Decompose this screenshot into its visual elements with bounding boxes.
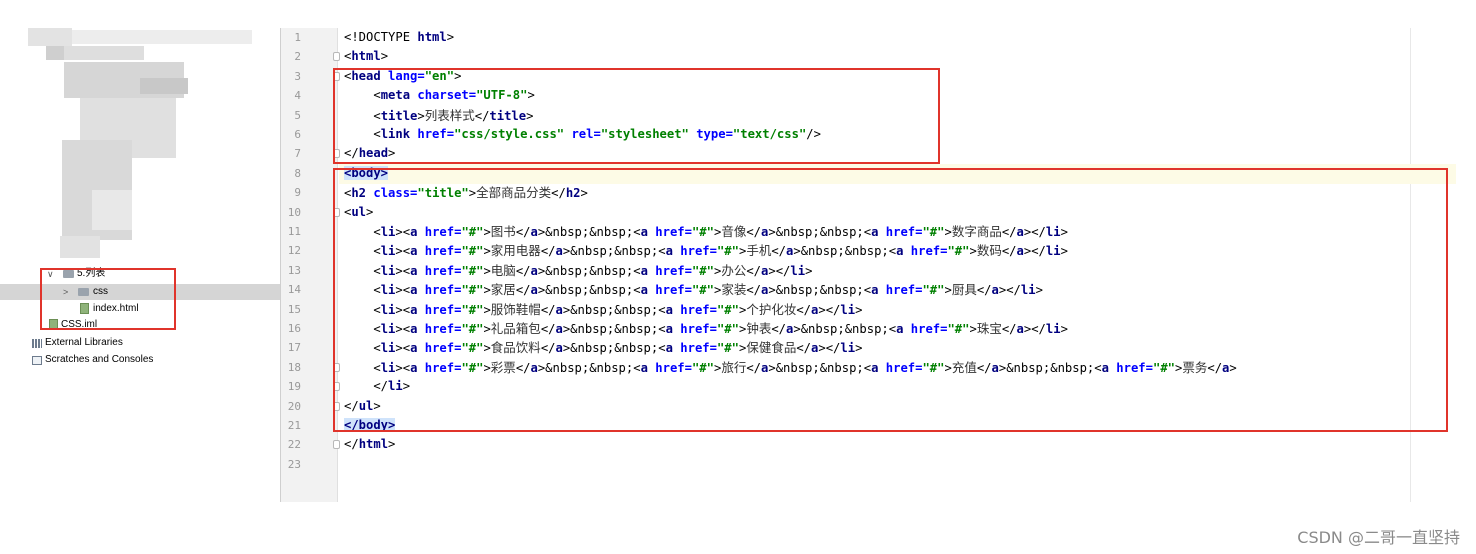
tree-item-label: External Libraries (45, 337, 123, 348)
library-icon (32, 339, 42, 348)
code-token: > (446, 30, 455, 44)
code-token: html (417, 30, 447, 44)
line-number: 11 (287, 225, 301, 238)
line-number: 20 (287, 399, 301, 413)
annotation-box-head (333, 68, 940, 164)
tree-item-external-libraries[interactable]: External Libraries (0, 335, 280, 351)
line-number: 3 (294, 69, 301, 83)
line-number: 9 (294, 186, 301, 200)
line-number: 22 (287, 438, 301, 452)
line-number: 13 (287, 263, 301, 277)
line-number: 15 (287, 302, 301, 316)
code-token: </ (344, 437, 359, 452)
watermark: CSDN @二哥一直坚持 (1297, 528, 1460, 547)
line-number: 16 (287, 322, 301, 335)
annotation-box-body (333, 168, 1448, 432)
code-token: <!DOCTYPE (344, 30, 418, 44)
line-number: 8 (294, 166, 301, 180)
code-line: </html> (344, 435, 395, 454)
code-token: > (388, 437, 396, 452)
code-line: <html> (344, 47, 388, 66)
line-number: 14 (287, 283, 301, 297)
tree-item-label: Scratches and Consoles (45, 354, 154, 365)
annotation-box-tree (40, 268, 176, 330)
code-line: <!DOCTYPE html> (344, 28, 454, 47)
line-number: 21 (287, 419, 301, 432)
project-tree-panel: ∨ 5.列表 > css index.html CSS.iml External… (0, 0, 280, 554)
blurred-area (28, 28, 72, 46)
line-number: 18 (287, 360, 301, 374)
line-number: 17 (287, 341, 301, 355)
line-number: 6 (294, 128, 301, 141)
scratches-icon (32, 356, 42, 365)
line-number: 23 (287, 457, 301, 471)
line-number: 19 (287, 380, 301, 394)
line-number: 5 (294, 108, 301, 122)
tree-item-scratches[interactable]: Scratches and Consoles (0, 352, 280, 368)
line-number: 10 (287, 205, 301, 219)
line-number: 7 (294, 147, 301, 161)
line-number: 1 (294, 31, 301, 44)
code-token: > (380, 49, 389, 64)
line-number: 12 (287, 244, 301, 258)
line-number: 4 (294, 89, 301, 103)
code-token: html (351, 49, 381, 64)
code-token: html (358, 437, 389, 452)
line-number: 2 (294, 50, 301, 64)
